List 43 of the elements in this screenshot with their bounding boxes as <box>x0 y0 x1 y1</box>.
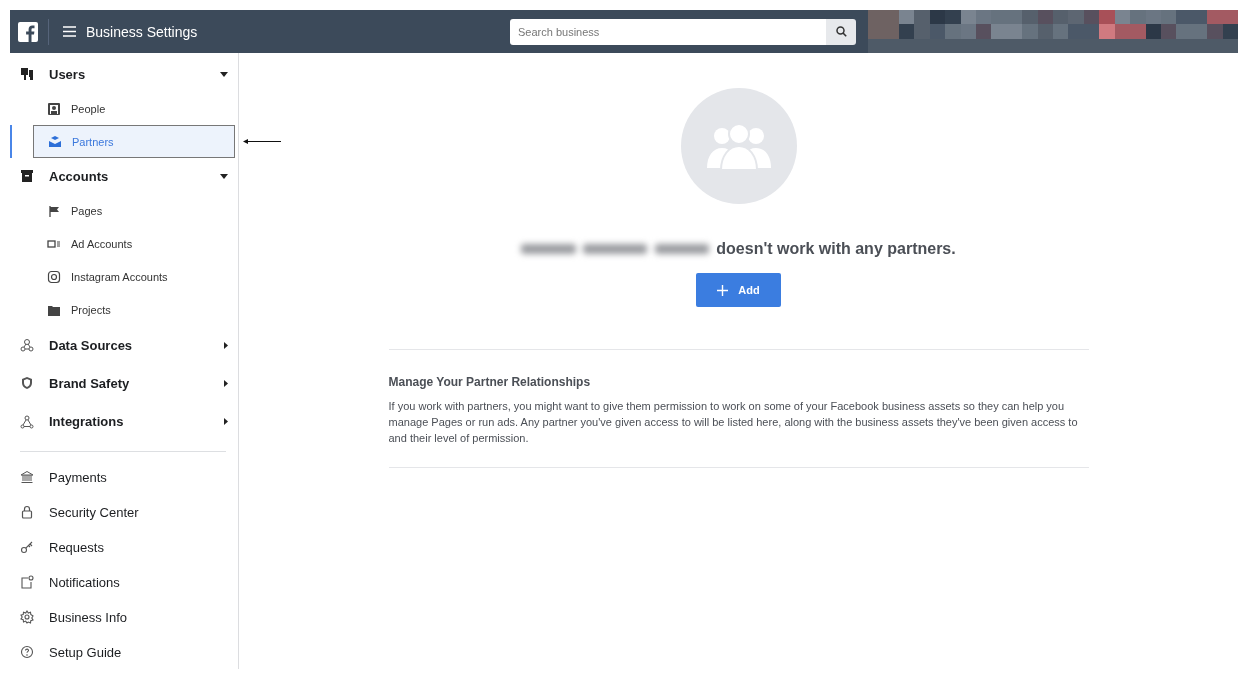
settings-icon <box>20 610 34 625</box>
users-icon <box>20 67 34 81</box>
section-description: If you work with partners, you might want to give them permission to work on some of your Facebook business assets so they can help you manage Pages or run ads. Any partner you've given access to will be listed here, along with the business assets they've been given access to and their level of permission. <box>388 399 1079 446</box>
facebook-logo-icon[interactable] <box>18 21 38 42</box>
network-icon <box>20 414 34 429</box>
plus-icon <box>717 284 729 296</box>
menu-icon[interactable] <box>63 26 76 37</box>
sidebar-item[interactable]: Requests <box>10 529 238 565</box>
section-title: Manage Your Partner Relationships <box>388 375 591 389</box>
lock-icon <box>20 505 34 520</box>
page-title: Business Settings <box>86 23 198 40</box>
sidebar-subitem[interactable]: Projects <box>33 293 235 326</box>
help-icon <box>20 645 34 660</box>
empty-state-message: doesn't work with any partners. <box>716 240 956 258</box>
sidebar-item[interactable]: Setup Guide <box>10 634 238 669</box>
search-button[interactable] <box>826 18 856 45</box>
sidebar-item[interactable]: Integrations <box>10 402 238 441</box>
archive-box-icon <box>20 169 34 183</box>
flag-icon <box>47 203 61 218</box>
sidebar-item[interactable]: Accounts <box>10 158 238 194</box>
sidebar-item[interactable]: Notifications <box>10 564 238 600</box>
sidebar-subitem[interactable]: Pages <box>33 194 235 227</box>
sidebar-item[interactable]: Payments <box>10 459 238 495</box>
sidebar-item[interactable]: Business Info <box>10 599 238 635</box>
search-field[interactable]: Search business <box>510 18 826 45</box>
instagram-icon <box>47 269 61 284</box>
sidebar-subitem[interactable]: Instagram Accounts <box>33 260 235 293</box>
add-button[interactable]: Add <box>696 273 781 307</box>
shield-icon <box>20 376 34 391</box>
sidebar-subitem[interactable]: People <box>33 92 235 125</box>
nodes-icon <box>20 338 34 353</box>
notification-icon <box>20 575 34 590</box>
bank-icon <box>20 470 34 485</box>
sidebar-item[interactable]: Brand Safety <box>10 364 238 403</box>
sidebar-item[interactable]: Security Center <box>10 494 238 530</box>
sidebar-item[interactable]: Data Sources <box>10 326 238 365</box>
sidebar-item[interactable]: Users <box>10 56 238 92</box>
key-icon <box>20 540 34 555</box>
sidebar-subitem[interactable]: Ad Accounts <box>33 227 235 260</box>
person-card-icon <box>47 101 61 116</box>
search-icon <box>835 26 847 37</box>
sidebar-subitem[interactable]: Partners <box>33 125 235 158</box>
arrow <box>243 139 281 144</box>
